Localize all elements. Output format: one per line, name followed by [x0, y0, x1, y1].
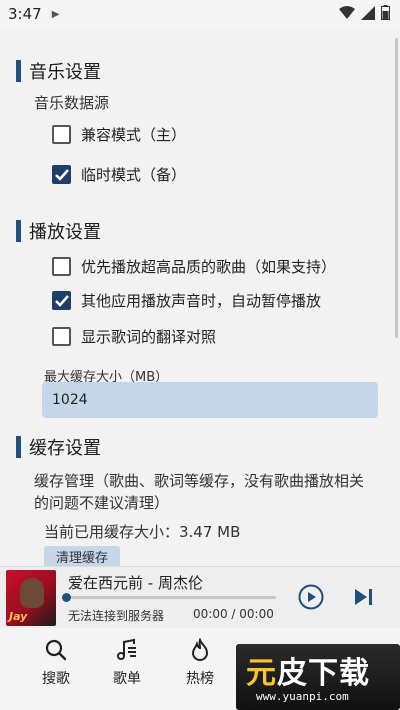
album-art-figure [20, 578, 44, 608]
progress-knob[interactable] [62, 593, 71, 602]
wifi-icon [339, 5, 355, 19]
status-icons [339, 5, 390, 20]
mini-player[interactable]: Jay 爱在西元前 - 周杰伦 无法连接到服务器 00:00 / 00:00 [0, 566, 400, 628]
option-high-quality[interactable]: 优先播放超高品质的歌曲（如果支持） [52, 256, 336, 277]
player-status: 无法连接到服务器 [68, 609, 165, 623]
option-label: 显示歌词的翻译对照 [81, 328, 217, 346]
checkbox-auto-pause[interactable] [52, 291, 71, 310]
clear-cache-button[interactable]: 清理缓存 [44, 546, 120, 566]
nav-item-search[interactable]: 搜歌 [26, 638, 86, 688]
option-auto-pause[interactable]: 其他应用播放声音时，自动暂停播放 [52, 290, 321, 311]
option-label: 临时模式（备） [81, 166, 187, 184]
music-source-label: 音乐数据源 [34, 94, 110, 112]
nav-item-charts[interactable]: 热榜 [170, 638, 230, 688]
section-title-cache: 缓存设置 [16, 434, 101, 460]
checkbox-temp-mode[interactable] [52, 165, 71, 184]
watermark-logo: 元皮下载 www.yuanpi.com [236, 644, 400, 710]
option-lyric-translation[interactable]: 显示歌词的翻译对照 [52, 326, 216, 347]
option-temp-mode[interactable]: 临时模式（备） [52, 164, 186, 185]
album-art[interactable]: Jay [6, 570, 56, 626]
status-bar: 3:47 ▶ [0, 0, 400, 28]
option-label: 优先播放超高品质的歌曲（如果支持） [81, 258, 337, 276]
cache-description-line2: 的问题不建议清理） [34, 494, 170, 512]
option-label: 其他应用播放声音时，自动暂停播放 [81, 292, 322, 310]
search-icon [45, 639, 67, 661]
section-accent-bar [16, 60, 21, 82]
current-cache-size: 当前已用缓存大小：3.47 MB [44, 523, 241, 541]
cache-size-input[interactable]: 1024 [42, 382, 378, 418]
music-list-icon [117, 638, 136, 660]
nav-item-playlist[interactable]: 歌单 [97, 638, 157, 688]
section-accent-bar [16, 220, 21, 242]
checkbox-lyric-translation[interactable] [52, 327, 71, 346]
watermark-text: 元皮下载 [246, 656, 370, 691]
watermark-url: www.yuanpi.com [256, 690, 349, 703]
section-title-text: 缓存设置 [29, 438, 101, 459]
progress-bar[interactable] [62, 593, 276, 602]
settings-scroll-area[interactable]: 音乐设置 音乐数据源 兼容模式（主） 临时模式（备） 播放设置 优先播放超高品质… [0, 28, 400, 566]
flame-icon [191, 638, 209, 661]
next-track-button[interactable] [353, 587, 375, 607]
section-title-playback: 播放设置 [16, 218, 101, 244]
signal-icon [361, 5, 375, 20]
option-label: 兼容模式（主） [81, 126, 187, 144]
song-title: 爱在西元前 - 周杰伦 [68, 574, 203, 592]
section-accent-bar [16, 436, 21, 458]
nav-label: 热榜 [186, 671, 214, 687]
option-compat-mode[interactable]: 兼容模式（主） [52, 124, 186, 145]
section-title-text: 播放设置 [29, 222, 101, 243]
player-time: 00:00 / 00:00 [193, 607, 274, 621]
checkbox-high-quality[interactable] [52, 257, 71, 276]
album-art-text: Jay [9, 610, 28, 623]
section-title-text: 音乐设置 [29, 62, 101, 83]
cache-description-line1: 缓存管理（歌曲、歌词等缓存，没有歌曲播放相关 [34, 472, 365, 490]
status-time: 3:47 [8, 5, 42, 23]
scrollbar[interactable] [395, 38, 398, 338]
section-title-music: 音乐设置 [16, 58, 101, 84]
nav-label: 搜歌 [42, 671, 70, 687]
nav-label: 歌单 [113, 671, 141, 687]
checkbox-compat-mode[interactable] [52, 125, 71, 144]
battery-icon [381, 5, 390, 20]
media-playing-icon: ▶ [51, 8, 60, 20]
play-button[interactable] [298, 584, 324, 610]
